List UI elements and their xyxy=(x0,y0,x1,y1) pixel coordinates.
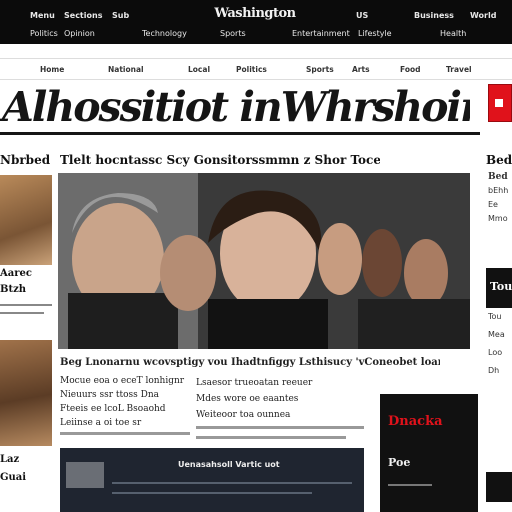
video-label[interactable]: Uenasahsoll Vartic uot xyxy=(178,460,280,469)
right-item-0[interactable]: Bed xyxy=(488,172,508,182)
video-thumbnail[interactable] xyxy=(66,462,104,488)
right-item-3[interactable]: Mmo xyxy=(488,214,508,223)
brand-logo-small[interactable]: Washington xyxy=(180,6,330,21)
subnav-item-7[interactable]: Travel xyxy=(446,65,472,74)
left-story-headline-2b[interactable]: Guai xyxy=(0,472,26,483)
promo-title[interactable]: Dnacka xyxy=(388,414,443,429)
article-text-line xyxy=(196,426,364,429)
subnav-item-6[interactable]: Food xyxy=(400,65,421,74)
promo-panel[interactable]: Dnacka Poe xyxy=(380,394,478,512)
top-navigation-bar: Menu Sections Sub Washington US Business… xyxy=(0,0,512,44)
nav-item-1[interactable]: Sections xyxy=(64,11,102,20)
video-text-line xyxy=(112,492,312,494)
nav-row2-item-2[interactable]: Technology xyxy=(142,29,187,38)
nav-item-4[interactable]: Business xyxy=(414,11,454,20)
article-col1-line-2: Fteeis ee lcoL Bsoaohd xyxy=(60,404,166,414)
nav-row2-item-0[interactable]: Politics xyxy=(30,29,58,38)
right-item-5[interactable]: Mea xyxy=(488,330,505,339)
right-dark-box-label: Tou xyxy=(490,280,512,293)
article-col1-line-3: Leiinse a oi toe sr xyxy=(60,418,142,428)
hero-photo[interactable] xyxy=(58,173,470,349)
nav-row2-item-1[interactable]: Opinion xyxy=(64,29,95,38)
article-col1-line-1: Nieuurs ssr ttoss Dna xyxy=(60,390,159,400)
hero-photo-illustration xyxy=(58,173,470,349)
nav-item-3[interactable]: US xyxy=(356,11,368,20)
hero-caption[interactable]: Beg Lnonarnu wcovsptigy vou Ihadtnfiggy … xyxy=(60,357,440,368)
article-col2-line-1: Mdes wore oe eaantes xyxy=(196,394,299,404)
right-item-6[interactable]: Loo xyxy=(488,348,502,357)
article-text-line xyxy=(196,436,346,439)
right-dark-box[interactable]: Tou xyxy=(486,268,512,308)
center-section-header[interactable]: Tlelt hocntassc Scy Gonsitorssmmn z Shor… xyxy=(60,153,380,167)
right-item-1[interactable]: bEhh xyxy=(488,186,508,195)
left-story-photo-1[interactable] xyxy=(0,175,52,265)
red-ad-badge[interactable] xyxy=(488,84,512,122)
subnav-item-2[interactable]: Local xyxy=(188,65,210,74)
article-text-line xyxy=(60,432,190,435)
video-module[interactable]: Uenasahsoll Vartic uot xyxy=(60,448,364,512)
nav-row2-item-4[interactable]: Entertainment xyxy=(292,29,350,38)
subnav-item-0[interactable]: Home xyxy=(40,65,64,74)
nav-row2-item-6[interactable]: Health xyxy=(440,29,466,38)
left-story-text-line xyxy=(0,304,52,306)
nav-item-5[interactable]: World xyxy=(470,11,496,20)
nav-item-2[interactable]: Sub xyxy=(112,11,129,20)
article-col2-line-2: Weiteoor toa ounnea xyxy=(196,410,291,420)
masthead-rule xyxy=(0,132,480,135)
right-item-4[interactable]: Tou xyxy=(488,312,502,321)
left-story-headline-1b[interactable]: Btzh xyxy=(0,284,26,295)
promo-text-line xyxy=(388,484,432,486)
right-section-header[interactable]: Bede xyxy=(486,153,512,167)
subnav-item-3[interactable]: Politics xyxy=(236,65,267,74)
left-story-text-line xyxy=(0,312,44,314)
left-story-photo-2[interactable] xyxy=(0,340,52,446)
video-text-line xyxy=(112,482,352,484)
right-dark-box-2[interactable] xyxy=(486,472,512,502)
left-section-header[interactable]: Nbrbed xyxy=(0,153,50,167)
left-story-headline-1a[interactable]: Aarec xyxy=(0,268,32,279)
subnav-item-5[interactable]: Arts xyxy=(352,65,370,74)
article-col1-line-0: Mocue eoa o eceT lonhignr xyxy=(60,376,185,386)
promo-subtitle: Poe xyxy=(388,456,411,469)
nav-row2-item-5[interactable]: Lifestyle xyxy=(358,29,392,38)
nav-item-0[interactable]: Menu xyxy=(30,11,55,20)
subnav-item-4[interactable]: Sports xyxy=(306,65,334,74)
masthead-title[interactable]: Alhossitiot inWhrshoing xyxy=(0,84,470,130)
left-story-headline-2a[interactable]: Laz xyxy=(0,454,19,465)
subnav-item-1[interactable]: National xyxy=(108,65,144,74)
section-subnav: Home National Local Politics Sports Arts… xyxy=(0,58,512,80)
right-item-2[interactable]: Ee xyxy=(488,200,498,209)
article-col2-line-0: Lsaesor trueoatan reeuer xyxy=(196,378,313,388)
right-item-7[interactable]: Dh xyxy=(488,366,499,375)
nav-row2-item-3[interactable]: Sports xyxy=(220,29,246,38)
